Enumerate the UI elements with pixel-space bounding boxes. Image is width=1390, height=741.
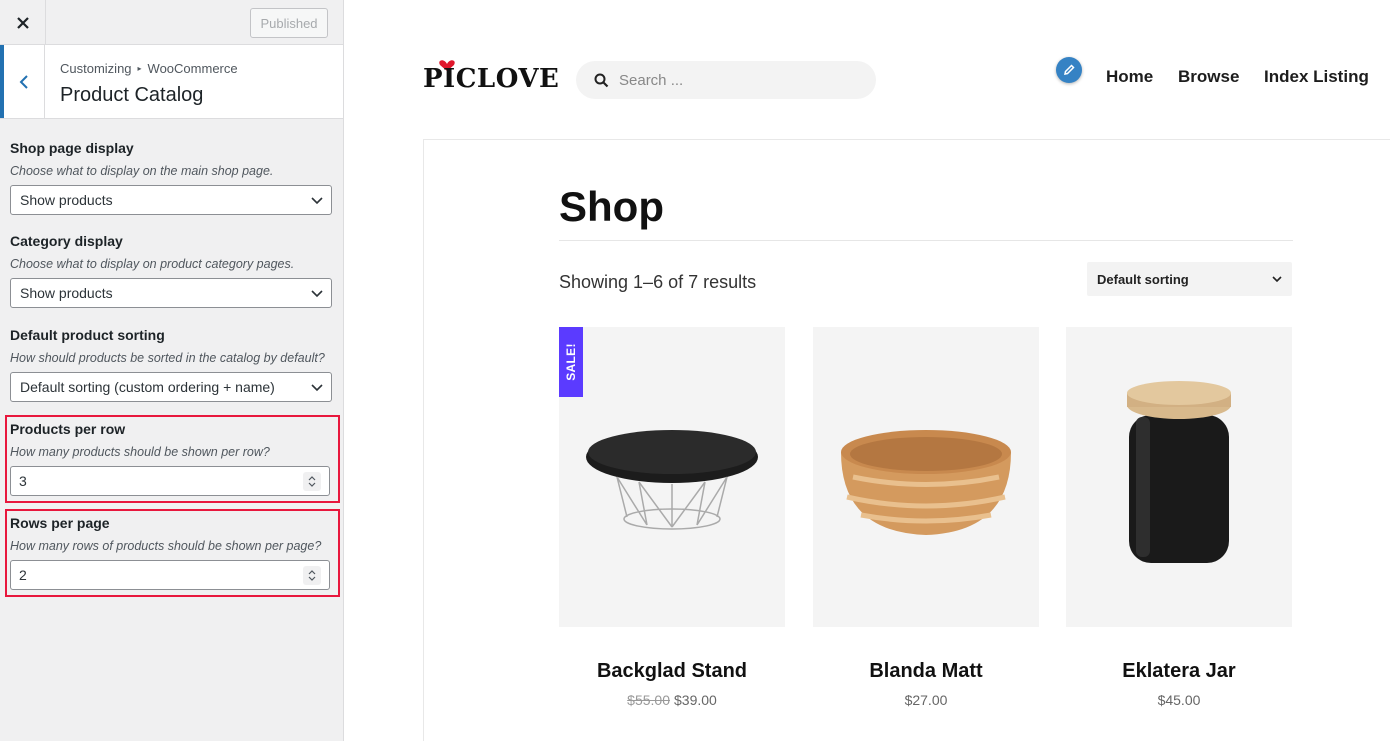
site-logo[interactable]: PICLOVE — [423, 55, 559, 100]
edit-shortcut-button[interactable] — [1056, 57, 1082, 83]
products-per-row-label: Products per row — [10, 421, 126, 437]
shop-display-value: Show products — [20, 192, 113, 208]
product-image-backglad-stand[interactable]: SALE! — [559, 327, 785, 627]
default-sorting-description: How should products be sorted in the cat… — [10, 351, 325, 365]
sorting-select[interactable]: Default sorting — [1087, 262, 1292, 296]
category-display-label: Category display — [10, 233, 123, 249]
default-sorting-control: Default product sorting How should produ… — [10, 326, 332, 402]
back-button[interactable] — [0, 45, 45, 118]
page-title: Shop — [559, 183, 664, 230]
category-display-description: Choose what to display on product catego… — [10, 257, 295, 271]
chevron-down-icon — [311, 197, 323, 205]
rows-per-page-label: Rows per page — [10, 515, 110, 531]
old-price: $55.00 — [627, 692, 670, 708]
customizer-topbar: Published — [0, 0, 343, 45]
breadcrumb-root: Customizing — [60, 61, 132, 76]
close-icon — [16, 16, 29, 29]
product-price: $27.00 — [813, 692, 1039, 708]
chevron-down-icon — [311, 384, 323, 392]
sorting-value: Default sorting — [1097, 271, 1189, 287]
spin-down-icon — [308, 482, 316, 487]
spin-down-icon — [308, 576, 316, 581]
product-price: $55.00 $39.00 — [559, 692, 785, 708]
search-placeholder: Search ... — [619, 71, 684, 89]
shop-display-control: Shop page display Choose what to display… — [10, 139, 332, 215]
shop-display-label: Shop page display — [10, 140, 134, 156]
price-value: $27.00 — [904, 692, 948, 708]
nav-home[interactable]: Home — [1106, 67, 1153, 87]
pencil-icon — [1064, 64, 1075, 75]
products-per-row-control: Products per row How many products shoul… — [10, 420, 332, 496]
products-per-row-value: 3 — [19, 473, 27, 489]
close-customizer-button[interactable] — [0, 0, 46, 45]
sale-price: $39.00 — [674, 692, 717, 708]
shop-display-description: Choose what to display on the main shop … — [10, 164, 274, 178]
category-display-control: Category display Choose what to display … — [10, 232, 332, 308]
result-count: Showing 1–6 of 7 results — [559, 272, 757, 292]
breadcrumb-parent: WooCommerce — [147, 61, 238, 76]
number-spinner[interactable] — [303, 472, 321, 491]
shop-display-select[interactable]: Show products — [10, 185, 332, 215]
product-name[interactable]: Eklatera Jar — [1066, 660, 1292, 683]
site-preview: PICLOVE Search ... Home Browse Index Lis… — [344, 0, 1390, 741]
category-display-value: Show products — [20, 285, 113, 301]
product-name[interactable]: Backglad Stand — [559, 660, 785, 683]
nav-browse[interactable]: Browse — [1178, 67, 1239, 87]
price-value: $45.00 — [1157, 692, 1201, 708]
product-name[interactable]: Blanda Matt — [813, 660, 1039, 683]
products-per-row-input[interactable]: 3 — [10, 466, 330, 496]
breadcrumb-separator-icon: ▸ — [137, 64, 142, 73]
jar-icon — [1127, 381, 1231, 563]
category-display-select[interactable]: Show products — [10, 278, 332, 308]
spin-up-icon — [308, 476, 316, 481]
customizer-sidebar: Published Customizing ▸ WooCommerce Prod… — [0, 0, 344, 741]
default-sorting-value: Default sorting (custom ordering + name) — [20, 379, 275, 395]
rows-per-page-input[interactable]: 2 — [10, 560, 330, 590]
product-price: $45.00 — [1066, 692, 1292, 708]
products-per-row-description: How many products should be shown per ro… — [10, 445, 270, 459]
section-title: Product Catalog — [60, 84, 204, 106]
nav-index-listing[interactable]: Index Listing — [1264, 67, 1369, 87]
bowl-icon — [841, 430, 1011, 535]
number-spinner[interactable] — [303, 566, 321, 585]
table-stand-icon — [586, 430, 758, 530]
chevron-down-icon — [311, 290, 323, 298]
chevron-down-icon — [1272, 276, 1282, 283]
product-image-blanda-matt[interactable] — [813, 327, 1039, 627]
product-image-eklatera-jar[interactable] — [1066, 327, 1292, 627]
title-divider — [559, 240, 1293, 241]
rows-per-page-description: How many rows of products should be show… — [10, 539, 322, 553]
section-header: Customizing ▸ WooCommerce Product Catalo… — [0, 45, 343, 119]
search-icon — [594, 73, 609, 87]
spin-up-icon — [308, 570, 316, 575]
logo-text: PICLOVE — [423, 64, 560, 94]
breadcrumb: Customizing ▸ WooCommerce — [60, 61, 238, 76]
chevron-left-icon — [19, 74, 28, 89]
search-bar[interactable]: Search ... — [576, 61, 876, 99]
rows-per-page-value: 2 — [19, 567, 27, 583]
rows-per-page-control: Rows per page How many rows of products … — [10, 514, 332, 590]
default-sorting-label: Default product sorting — [10, 327, 165, 343]
sale-badge: SALE! — [559, 327, 583, 397]
publish-button[interactable]: Published — [250, 8, 328, 38]
default-sorting-select[interactable]: Default sorting (custom ordering + name) — [10, 372, 332, 402]
